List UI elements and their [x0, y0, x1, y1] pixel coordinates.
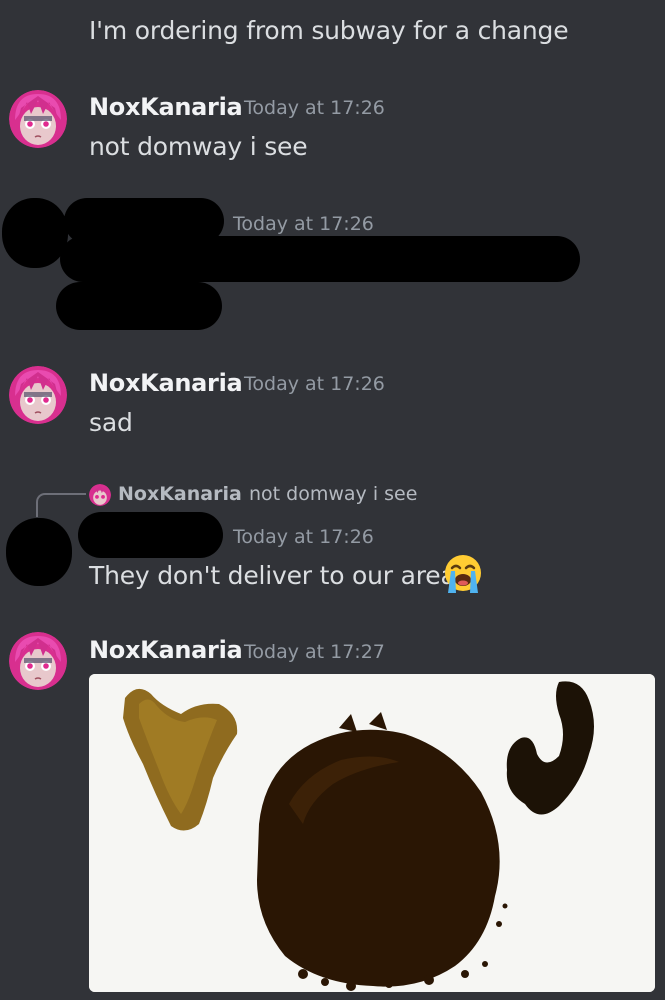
message-timestamp[interactable]: Today at 17:26 [244, 373, 385, 395]
reply-text[interactable]: not domway i see [249, 483, 417, 505]
reply-spine [36, 493, 86, 517]
message-timestamp[interactable]: Today at 17:26 [233, 526, 374, 548]
loudly-crying-face-icon [442, 553, 484, 595]
redacted-avatar [6, 518, 72, 586]
redacted-text [56, 282, 222, 330]
reply-author[interactable]: NoxKanaria [118, 483, 242, 505]
message-text: not domway i see [89, 132, 308, 161]
attachment-image [89, 674, 655, 992]
user-avatar[interactable] [9, 366, 67, 424]
message-author[interactable]: NoxKanaria [89, 369, 243, 397]
message-author[interactable]: NoxKanaria [89, 93, 243, 121]
message-timestamp[interactable]: Today at 17:26 [244, 97, 385, 119]
redacted-avatar [2, 198, 68, 268]
message-text: sad [89, 408, 133, 437]
redacted-text [60, 236, 580, 282]
avatar-icon [9, 90, 67, 148]
image-attachment[interactable] [89, 674, 655, 992]
message-text: I'm ordering from subway for a change [89, 16, 569, 45]
message-text: They don't deliver to our area [89, 561, 456, 590]
user-avatar[interactable] [9, 632, 67, 690]
message-author[interactable]: NoxKanaria [89, 636, 243, 664]
message-timestamp[interactable]: Today at 17:26 [233, 213, 374, 235]
avatar-icon [9, 366, 67, 424]
avatar-icon [9, 632, 67, 690]
user-avatar[interactable] [9, 90, 67, 148]
message-timestamp[interactable]: Today at 17:27 [244, 641, 385, 663]
reply-avatar[interactable] [89, 484, 111, 506]
redacted-username [78, 512, 223, 558]
avatar-icon [89, 484, 111, 506]
